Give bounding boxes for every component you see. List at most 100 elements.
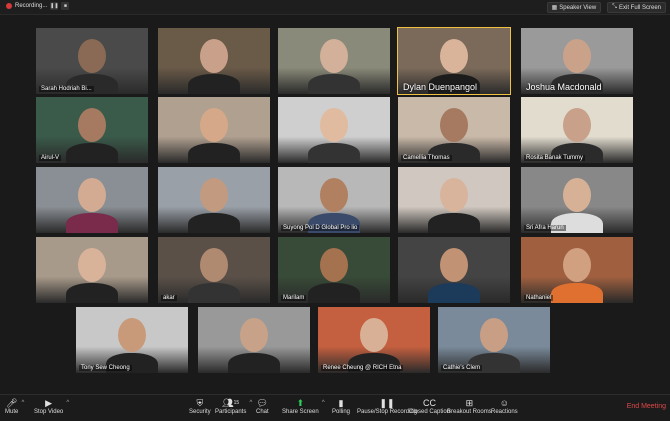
participant-body: [188, 74, 240, 94]
exit-full-screen-button[interactable]: ⤡ Exit Full Screen: [607, 2, 666, 13]
participant-face: [563, 248, 591, 282]
participant-face: [200, 39, 228, 73]
chevron-up-icon[interactable]: ^: [322, 400, 325, 406]
participant-video-tile[interactable]: Renee Cheung @ RICH Etna: [318, 307, 430, 373]
participant-video-tile[interactable]: [278, 28, 390, 94]
chat-label: Chat: [256, 409, 269, 415]
participant-video-tile[interactable]: [158, 97, 270, 163]
participant-name-label: akar: [161, 295, 177, 301]
meeting-toolbar: 🎤︎ Mute ^ ▶ Stop Video ^ ⛨ Security 👥︎ 15…: [0, 394, 670, 421]
participant-video-tile[interactable]: Camellia Thomas: [398, 97, 510, 163]
reactions-button[interactable]: ☺ Reactions: [491, 397, 518, 415]
participant-body: [428, 283, 480, 303]
participant-body: [308, 74, 360, 94]
participant-video-tile[interactable]: Cathie's Clem: [438, 307, 550, 373]
participant-face: [78, 178, 106, 212]
participants-count: 15: [233, 400, 240, 406]
participant-video-tile[interactable]: Rosita Banak Tummy: [521, 97, 633, 163]
participant-name-label: Airul-V: [39, 155, 62, 161]
participants-icon: 👥︎ 15: [222, 397, 240, 408]
participant-face: [200, 108, 228, 142]
participant-video-tile[interactable]: Joshua Macdonald: [521, 28, 633, 94]
share-screen-label: Share Screen: [282, 409, 319, 415]
breakout-rooms-button[interactable]: ⊞ Breakout Rooms: [447, 397, 492, 416]
participant-video-tile[interactable]: Sri Afra Harun: [521, 167, 633, 233]
participant-video-tile[interactable]: Suyong Pol D Global Pro lio: [278, 167, 390, 233]
participant-video-tile[interactable]: Tony Sew Cheong: [76, 307, 188, 373]
participant-face: [563, 39, 591, 73]
participant-face: [360, 318, 388, 352]
recording-dot-icon: [6, 3, 12, 9]
participant-video-tile[interactable]: [158, 167, 270, 233]
participant-video-tile[interactable]: akar: [158, 237, 270, 303]
participant-body: [551, 283, 603, 303]
participant-video-tile[interactable]: [278, 97, 390, 163]
share-screen-button[interactable]: ⬆ Share Screen ^: [282, 397, 325, 416]
participant-video-tile[interactable]: Nathaniel: [521, 237, 633, 303]
security-button[interactable]: ⛨ Security: [189, 397, 211, 416]
participant-video-tile[interactable]: Airul-V: [36, 97, 148, 163]
participant-face: [240, 318, 268, 352]
participant-video-tile[interactable]: [398, 237, 510, 303]
chat-icon: 💬︎: [256, 397, 269, 408]
pause-recording-icon[interactable]: ❚❚: [50, 2, 59, 10]
participant-face: [320, 108, 348, 142]
participant-video-tile[interactable]: [198, 307, 310, 373]
polling-button[interactable]: ▮ Polling: [332, 397, 351, 416]
chevron-up-icon[interactable]: ^: [22, 400, 25, 406]
stop-video-button[interactable]: ▶ Stop Video ^: [34, 397, 69, 416]
polling-icon: ▮: [338, 397, 344, 408]
breakout-rooms-label: Breakout Rooms: [447, 409, 492, 415]
pause-stop-recording-icon: ❚❚: [379, 397, 395, 408]
shield-icon: ⛨: [196, 397, 204, 408]
chevron-up-icon[interactable]: ^: [66, 400, 69, 406]
participant-name-label: Renee Cheung @ RICH Etna: [321, 365, 404, 371]
meeting-top-bar: Recording... ❚❚ ■ ▦ Speaker View ⤡ Exit …: [0, 0, 670, 15]
participant-name-label: Suyong Pol D Global Pro lio: [281, 225, 360, 231]
speaker-view-label: Speaker View: [559, 4, 597, 11]
participants-label: Participants: [215, 409, 247, 415]
participant-name-label: Tony Sew Cheong: [79, 365, 132, 371]
participant-face: [200, 178, 228, 212]
participant-video-tile[interactable]: Dylan Duenpangol: [397, 27, 511, 95]
participant-body: [188, 143, 240, 163]
participant-body: [308, 283, 360, 303]
video-camera-icon: ▶: [45, 397, 53, 408]
participant-face: [440, 108, 468, 142]
participant-video-tile[interactable]: Marilam: [278, 237, 390, 303]
closed-caption-button[interactable]: CC Closed Caption: [409, 397, 450, 415]
speaker-view-button[interactable]: ▦ Speaker View: [546, 2, 602, 13]
participant-name-label: Rosita Banak Tummy: [524, 155, 586, 161]
participants-button[interactable]: 👥︎ 15 Participants ^: [215, 397, 252, 416]
participant-video-tile[interactable]: [158, 28, 270, 94]
end-meeting-button[interactable]: End Meeting: [627, 403, 666, 410]
reactions-icon: ☺: [499, 398, 509, 408]
participant-video-tile[interactable]: Sarah Hodriah Bi...: [36, 28, 148, 94]
chat-button[interactable]: 💬︎ Chat: [256, 397, 269, 416]
exit-full-screen-label: Exit Full Screen: [618, 4, 661, 11]
participant-video-tile[interactable]: [36, 167, 148, 233]
participant-video-tile[interactable]: [398, 167, 510, 233]
recording-label: Recording...: [15, 3, 48, 9]
mute-label: Mute: [5, 409, 19, 415]
participant-face: [320, 39, 348, 73]
chevron-up-icon[interactable]: ^: [250, 400, 253, 406]
stop-video-label: Stop Video: [34, 409, 64, 415]
participant-name-label: Joshua Macdonald: [526, 82, 602, 92]
closed-caption-label: Closed Caption: [409, 409, 451, 415]
participant-video-tile[interactable]: [36, 237, 148, 303]
participant-body: [188, 213, 240, 233]
grid-icon: ▦: [551, 5, 558, 11]
participant-body: [428, 213, 480, 233]
polling-label: Polling: [332, 409, 351, 415]
participant-face: [320, 178, 348, 212]
participant-body: [188, 283, 240, 303]
participant-body: [66, 143, 118, 163]
participant-face: [320, 248, 348, 282]
participant-body: [66, 213, 118, 233]
mute-button[interactable]: 🎤︎ Mute ^: [5, 397, 24, 416]
participant-face: [78, 248, 106, 282]
participant-face: [78, 108, 106, 142]
stop-recording-icon[interactable]: ■: [61, 2, 70, 10]
participant-face: [563, 108, 591, 142]
